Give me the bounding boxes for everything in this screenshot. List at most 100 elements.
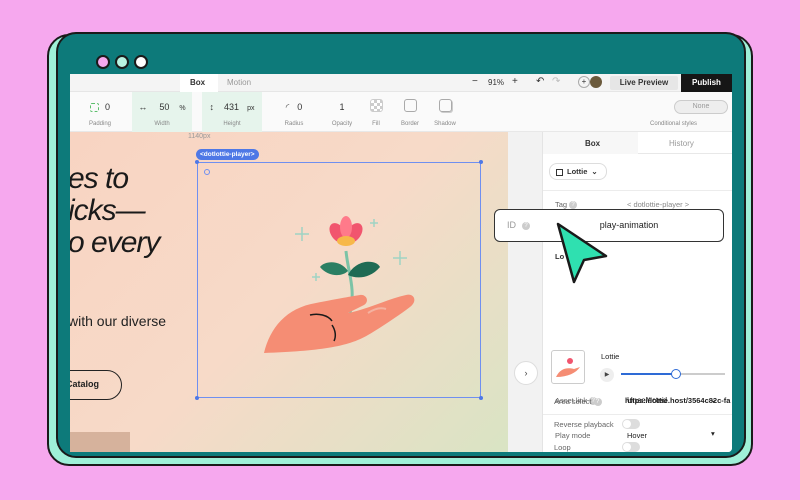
border-icon [403, 99, 417, 112]
design-canvas[interactable]: 1140px es to icks— o every with our dive… [70, 132, 508, 452]
help-icon[interactable]: ? [569, 201, 578, 210]
publish-button[interactable]: Publish [681, 74, 732, 92]
resize-handle[interactable] [195, 396, 199, 400]
conditional-styles-label: Conditional styles [650, 121, 698, 127]
zoom-out-icon[interactable]: − [472, 76, 478, 87]
radius-control[interactable]: ◜ 0 Radius [272, 92, 316, 132]
border-control[interactable]: Border [394, 92, 426, 132]
area-select-value[interactable]: Unselected [627, 396, 667, 405]
avatar[interactable] [590, 76, 602, 88]
width-value[interactable]: 50 [159, 102, 169, 112]
chevron-down-icon: ⌄ [591, 167, 598, 176]
expand-panel-button[interactable]: › [514, 361, 538, 385]
live-preview-button[interactable]: Live Preview [610, 76, 678, 90]
slider-knob[interactable] [671, 369, 682, 379]
tag-label: Tag [555, 200, 568, 209]
tab-box[interactable]: Box [190, 78, 205, 87]
selected-lottie-element[interactable] [195, 160, 483, 400]
shadow-control[interactable]: Shadow [428, 92, 462, 132]
fill-control[interactable]: Fill [362, 92, 390, 132]
width-unit[interactable]: % [179, 105, 185, 112]
fill-checker-icon [369, 99, 383, 112]
hand-flower-illustration [264, 216, 415, 353]
help-icon[interactable]: ? [593, 398, 602, 407]
height-control[interactable]: ↕ 431 px Height [202, 92, 262, 132]
playback-slider[interactable] [621, 369, 725, 379]
lottie-label: Lottie [601, 352, 620, 361]
zoom-in-icon[interactable]: + [512, 76, 518, 87]
width-icon: ↔ [138, 102, 148, 112]
radius-label: Radius [284, 121, 304, 127]
fill-label: Fill [372, 121, 380, 127]
canvas-width-hint: 1140px [188, 133, 211, 140]
chevron-down-icon[interactable]: ▾ [711, 429, 715, 438]
resize-handle[interactable] [479, 396, 483, 400]
padding-value: 0 [104, 102, 110, 112]
top-bar: Box Motion − 91% + ↶ ↷ + Live Preview Pu… [70, 74, 732, 92]
padding-icon [89, 103, 99, 113]
redo-icon[interactable]: ↷ [552, 76, 560, 87]
height-value[interactable]: 431 [224, 102, 239, 112]
area-select-label: Area select [554, 397, 592, 406]
reverse-playback-label: Reverse playback [554, 420, 614, 429]
radius-value[interactable]: 0 [297, 102, 302, 112]
reverse-playback-toggle[interactable] [622, 419, 640, 429]
panel-tab-box[interactable]: Box [585, 139, 600, 148]
hero-headline-line-1: es to [70, 162, 129, 195]
border-label: Border [400, 121, 419, 127]
edit-icon [556, 168, 563, 176]
height-unit[interactable]: px [247, 105, 254, 112]
shadow-label: Shadow [434, 121, 456, 127]
zoom-level[interactable]: 91% [488, 78, 504, 87]
play-mode-label: Play mode [555, 431, 591, 440]
resize-handle[interactable] [479, 160, 483, 164]
shadow-icon [438, 99, 452, 112]
cursor-arrow-icon [556, 222, 608, 284]
undo-icon[interactable]: ↶ [536, 76, 544, 87]
minimize-dot[interactable] [115, 55, 129, 69]
element-tag-badge: <dotlottie-player> [196, 149, 259, 160]
padding-control[interactable]: 0 Padding [80, 92, 120, 132]
maximize-dot[interactable] [134, 55, 148, 69]
close-dot[interactable] [96, 55, 110, 69]
hero-headline-line-2: icks— [70, 194, 146, 227]
tag-value: < dotlottie-player > [627, 200, 690, 209]
component-select[interactable]: Lottie ⌄ [549, 163, 607, 180]
play-icon[interactable]: ▶ [600, 368, 614, 382]
resize-handle[interactable] [195, 160, 199, 164]
catalog-button[interactable]: Catalog [70, 370, 122, 400]
loop-label: Loop [554, 443, 571, 452]
play-mode-select[interactable]: Hover [627, 431, 647, 440]
window-controls [96, 55, 148, 69]
canvas-image-thumb [70, 432, 130, 452]
panel-tabs: Box History [543, 132, 732, 154]
height-label: Height [223, 121, 241, 127]
tag-row: Tag? [555, 200, 578, 210]
origin-marker-icon [204, 169, 210, 175]
divider [543, 414, 732, 415]
divider [543, 190, 732, 191]
hand-thumb-icon [556, 358, 580, 377]
hero-subtext: with our diverse [70, 313, 167, 329]
component-name: Lottie [567, 167, 588, 176]
width-label: Width [154, 121, 170, 127]
chevron-down-icon[interactable]: ⌄ [710, 395, 717, 404]
app-screen: Box Motion − 91% + ↶ ↷ + Live Preview Pu… [70, 74, 732, 452]
height-icon: ↕ [209, 102, 215, 112]
loop-toggle[interactable] [622, 442, 640, 452]
lottie-preview-thumb[interactable] [551, 350, 585, 384]
tab-motion[interactable]: Motion [227, 78, 251, 87]
area-select-row: Area select? [554, 397, 602, 407]
add-collaborator-icon[interactable]: + [578, 76, 590, 88]
panel-tab-history[interactable]: History [669, 139, 694, 148]
radius-icon: ◜ [285, 102, 290, 112]
opacity-label: Opacity [331, 121, 353, 127]
opacity-value[interactable]: 1 [324, 102, 360, 112]
width-control[interactable]: ↔ 50% Width [132, 92, 192, 132]
chevron-right-icon: › [524, 368, 528, 378]
hero-headline-line-3: o every [70, 226, 160, 259]
opacity-control[interactable]: 1 Opacity [324, 92, 360, 132]
style-toolbar: 0 Padding ↔ 50% Width ↕ 431 px Height ◜ 0 Ra… [70, 92, 732, 132]
canvas-gutter [508, 132, 542, 452]
conditional-styles-select[interactable]: None [674, 100, 728, 114]
